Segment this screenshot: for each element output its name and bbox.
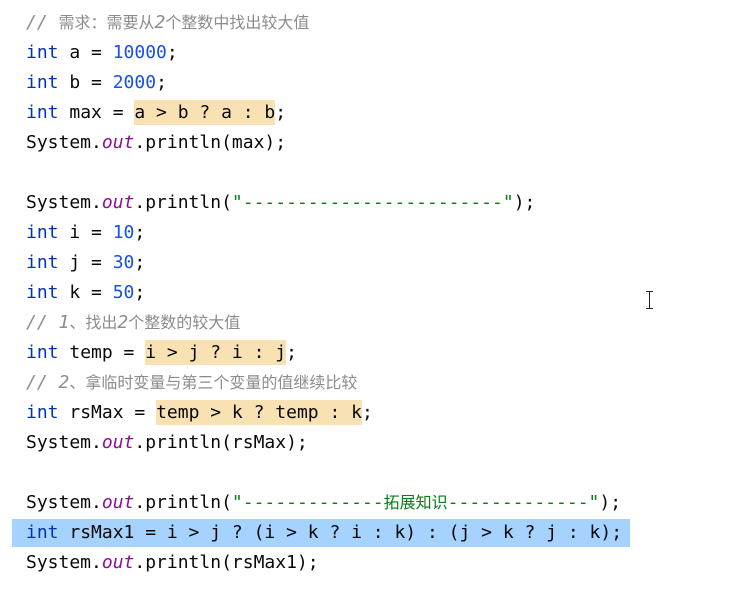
code-line[interactable]: int b = 2000; <box>0 68 744 98</box>
code-token: a = <box>58 42 113 63</box>
code-token: 30 <box>112 252 135 273</box>
code-line[interactable]: int temp = i > j ? i : j; <box>0 338 744 368</box>
code-token: int <box>26 222 59 243</box>
code-token: int <box>26 342 59 363</box>
code-line[interactable]: System.out.println("-------------拓展知识---… <box>0 488 744 518</box>
code-token: System. <box>26 192 102 213</box>
code-token: ; <box>134 282 146 303</box>
code-line[interactable]: int rsMax1 = i > j ? (i > k ? i : k) : (… <box>0 518 744 548</box>
code-token: out <box>101 432 135 453</box>
code-token: int <box>26 252 59 273</box>
code-token: ; <box>361 402 373 423</box>
code-token: a > b ? a : b <box>134 100 276 125</box>
code-token: out <box>101 132 135 153</box>
code-token: temp = <box>58 342 146 363</box>
code-line[interactable] <box>0 458 744 488</box>
code-token: // 需求：需要从2个整数中找出较大值 <box>26 12 310 33</box>
code-token: ); <box>513 192 536 213</box>
code-line[interactable] <box>0 158 744 188</box>
text-cursor-icon <box>646 291 654 309</box>
code-token: .println(rsMax1); <box>134 552 319 573</box>
code-token: System. <box>26 552 102 573</box>
code-token: ; <box>166 42 178 63</box>
code-token: "------------------------" <box>231 192 514 213</box>
code-token: ); <box>599 492 622 513</box>
code-line[interactable]: System.out.println(rsMax); <box>0 428 744 458</box>
code-token: // 2、拿临时变量与第三个变量的值继续比较 <box>26 372 358 393</box>
code-token: .println( <box>134 492 232 513</box>
code-token: int <box>26 102 59 123</box>
code-line[interactable]: // 需求：需要从2个整数中找出较大值 <box>0 8 744 38</box>
code-token: .println(max); <box>134 132 287 153</box>
code-token: ; <box>286 342 297 363</box>
code-token: b = <box>58 72 113 93</box>
code-token: "-------------拓展知识-------------" <box>231 492 600 513</box>
code-token: rsMax = <box>58 402 157 423</box>
code-token: .println(rsMax); <box>134 432 308 453</box>
code-token: .println( <box>134 192 232 213</box>
code-line[interactable]: System.out.println("--------------------… <box>0 188 744 218</box>
code-token: j = <box>58 252 113 273</box>
code-token: i > j ? i : j <box>145 340 287 365</box>
code-token: temp > k ? temp : k <box>156 400 362 425</box>
code-line[interactable]: // 2、拿临时变量与第三个变量的值继续比较 <box>0 368 744 398</box>
code-token: System. <box>26 432 102 453</box>
code-token: int <box>26 402 59 423</box>
code-token: // 1、找出2个整数的较大值 <box>26 312 241 333</box>
code-line[interactable]: // 1、找出2个整数的较大值 <box>0 308 744 338</box>
code-token: 50 <box>112 282 135 303</box>
code-token: System. <box>26 132 102 153</box>
code-token: k = <box>58 282 113 303</box>
code-editor[interactable]: // 需求：需要从2个整数中找出较大值 int a = 10000; int b =… <box>0 8 744 578</box>
code-token: rsMax1 = i > j ? (i > k ? i : k) : (j > … <box>58 522 623 543</box>
code-token: System. <box>26 492 102 513</box>
code-token: max = <box>58 102 135 123</box>
code-token: out <box>101 552 135 573</box>
code-token: 2000 <box>112 72 157 93</box>
code-token: ; <box>275 102 287 123</box>
code-token: out <box>101 192 135 213</box>
code-token: int <box>26 282 59 303</box>
code-token: ; <box>134 252 146 273</box>
code-token: i = <box>58 222 113 243</box>
code-line[interactable]: System.out.println(max); <box>0 128 744 158</box>
code-token: out <box>101 492 135 513</box>
code-token: 10 <box>112 222 135 243</box>
code-token: 10000 <box>112 42 167 63</box>
code-line[interactable]: int max = a > b ? a : b; <box>0 98 744 128</box>
code-line[interactable]: int j = 30; <box>0 248 744 278</box>
code-line[interactable]: int i = 10; <box>0 218 744 248</box>
code-line[interactable]: int k = 50; <box>0 278 744 308</box>
code-token: int <box>26 72 59 93</box>
code-token: ; <box>134 222 146 243</box>
code-token: int <box>26 42 59 63</box>
code-token: int <box>26 522 59 543</box>
code-line[interactable]: int a = 10000; <box>0 38 744 68</box>
code-line[interactable]: int rsMax = temp > k ? temp : k; <box>0 398 744 428</box>
code-line[interactable]: System.out.println(rsMax1); <box>0 548 744 578</box>
code-token: ; <box>156 72 167 93</box>
